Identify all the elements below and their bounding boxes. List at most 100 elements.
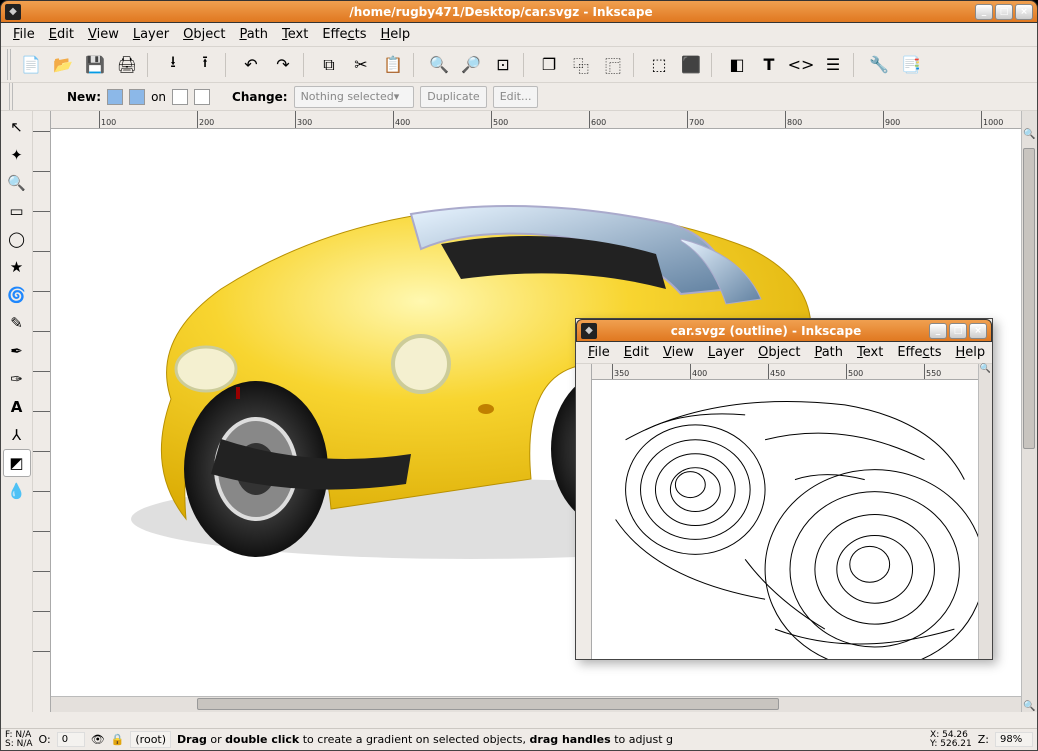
ruler-horizontal[interactable]: 1002003004005006007008009001000 xyxy=(51,111,1021,129)
minimize-button[interactable]: _ xyxy=(975,4,993,20)
copy-button[interactable]: ⧉ xyxy=(315,51,343,79)
menu-object[interactable]: Object xyxy=(177,25,231,44)
fill-stroke-button[interactable]: ◧ xyxy=(723,51,751,79)
rect-tool[interactable]: ▭ xyxy=(3,197,31,225)
redo-button[interactable]: ↷ xyxy=(269,51,297,79)
duplicate-button[interactable]: ❐ xyxy=(535,51,563,79)
toolbar-grip[interactable] xyxy=(7,49,13,80)
align-button[interactable]: ☰ xyxy=(819,51,847,79)
gradient-selector-dropdown[interactable]: Nothing selected ▾ xyxy=(294,86,415,108)
import-button[interactable]: ⭳ xyxy=(159,51,187,79)
zoom-in-icon[interactable]: 🔍 xyxy=(979,364,992,374)
main-toolbar: 📄 📂 💾 🖨 ⭳ ⭱ ↶ ↷ ⧉ ✂ 📋 🔍 🔎 ⊡ ❐ ⿻ ⿸ ⬚ ⬛ ◧ … xyxy=(1,47,1037,83)
menu-file[interactable]: File xyxy=(582,343,616,362)
ruler-vertical[interactable] xyxy=(33,111,51,712)
clone-button[interactable]: ⿻ xyxy=(567,51,595,79)
scrollbar-horizontal[interactable] xyxy=(51,696,1021,712)
fill-stroke-indicator[interactable]: F: N/A S: N/A xyxy=(5,731,33,749)
opacity-input[interactable] xyxy=(57,732,85,747)
edit-gradient-button[interactable]: Edit... xyxy=(493,86,539,108)
menu-edit[interactable]: Edit xyxy=(618,343,655,362)
main-window-titlebar[interactable]: ◆ /home/rugby471/Desktop/car.svgz - Inks… xyxy=(0,0,1038,23)
stroke-target-icon[interactable] xyxy=(194,89,210,105)
dropper-tool[interactable]: 💧 xyxy=(3,477,31,505)
print-button[interactable]: 🖨 xyxy=(113,51,141,79)
open-file-button[interactable]: 📂 xyxy=(49,51,77,79)
zoom-input[interactable] xyxy=(995,732,1033,747)
separator xyxy=(711,53,717,77)
menu-object[interactable]: Object xyxy=(752,343,806,362)
main-menubar: File Edit View Layer Object Path Text Ef… xyxy=(1,23,1037,47)
menu-text[interactable]: Text xyxy=(851,343,889,362)
outline-menubar: File Edit View Layer Object Path Text Ef… xyxy=(576,342,992,364)
outline-ruler-vertical[interactable] xyxy=(576,364,592,659)
docprops-button[interactable]: 📑 xyxy=(897,51,925,79)
outline-ruler-horizontal[interactable]: 350400450500550 xyxy=(592,364,978,380)
minimize-button[interactable]: _ xyxy=(929,323,947,339)
preferences-button[interactable]: 🔧 xyxy=(865,51,893,79)
duplicate-gradient-button[interactable]: Duplicate xyxy=(420,86,486,108)
text-tool[interactable]: A xyxy=(3,393,31,421)
outline-drawing xyxy=(592,380,978,659)
zoom-tool[interactable]: 🔍 xyxy=(3,169,31,197)
menu-view[interactable]: View xyxy=(82,25,125,44)
connector-tool[interactable]: ⅄ xyxy=(3,421,31,449)
outline-window[interactable]: ◆ car.svgz (outline) - Inkscape _ □ × Fi… xyxy=(575,318,993,660)
unlink-button[interactable]: ⿸ xyxy=(599,51,627,79)
menu-path[interactable]: Path xyxy=(808,343,849,362)
new-file-button[interactable]: 📄 xyxy=(17,51,45,79)
menu-file[interactable]: File xyxy=(7,25,41,44)
menu-path[interactable]: Path xyxy=(233,25,274,44)
gradient-linear-icon[interactable] xyxy=(107,89,123,105)
text-dialog-button[interactable]: T xyxy=(755,51,783,79)
cut-button[interactable]: ✂ xyxy=(347,51,375,79)
zoom-out-icon[interactable]: 🔍 xyxy=(1022,701,1037,712)
separator xyxy=(147,53,153,77)
star-tool[interactable]: ★ xyxy=(3,253,31,281)
fill-target-icon[interactable] xyxy=(172,89,188,105)
outline-scrollbar-vertical[interactable]: 🔍 xyxy=(978,364,992,659)
paste-button[interactable]: 📋 xyxy=(379,51,407,79)
scrollbar-vertical[interactable]: 🔍 🔍 xyxy=(1021,111,1037,712)
menu-view[interactable]: View xyxy=(657,343,700,362)
gradient-tool[interactable]: ◩ xyxy=(3,449,31,477)
ellipse-tool[interactable]: ◯ xyxy=(3,225,31,253)
xml-button[interactable]: <> xyxy=(787,51,815,79)
maximize-button[interactable]: □ xyxy=(995,4,1013,20)
zoom-in-icon[interactable]: 🔍 xyxy=(1022,129,1037,140)
node-tool[interactable]: ✦ xyxy=(3,141,31,169)
undo-button[interactable]: ↶ xyxy=(237,51,265,79)
ungroup-button[interactable]: ⬛ xyxy=(677,51,705,79)
bezier-tool[interactable]: ✒ xyxy=(3,337,31,365)
layer-selector[interactable]: (root) xyxy=(130,731,171,748)
menu-layer[interactable]: Layer xyxy=(702,343,750,362)
separator xyxy=(523,53,529,77)
menu-text[interactable]: Text xyxy=(276,25,314,44)
menu-edit[interactable]: Edit xyxy=(43,25,80,44)
outline-window-titlebar[interactable]: ◆ car.svgz (outline) - Inkscape _ □ × xyxy=(576,319,992,342)
calligraphy-tool[interactable]: ✑ xyxy=(3,365,31,393)
spiral-tool[interactable]: 🌀 xyxy=(3,281,31,309)
menu-effects[interactable]: Effects xyxy=(316,25,372,44)
zoom-page-button[interactable]: ⊡ xyxy=(489,51,517,79)
zoom-drawing-button[interactable]: 🔎 xyxy=(457,51,485,79)
save-button[interactable]: 💾 xyxy=(81,51,109,79)
pencil-tool[interactable]: ✎ xyxy=(3,309,31,337)
menu-help[interactable]: Help xyxy=(375,25,417,44)
group-button[interactable]: ⬚ xyxy=(645,51,673,79)
layer-visibility-icon[interactable]: 👁 xyxy=(91,733,105,746)
menu-effects[interactable]: Effects xyxy=(891,343,947,362)
gradient-radial-icon[interactable] xyxy=(129,89,145,105)
close-button[interactable]: × xyxy=(1015,4,1033,20)
close-button[interactable]: × xyxy=(969,323,987,339)
outline-canvas[interactable] xyxy=(592,380,978,659)
export-button[interactable]: ⭱ xyxy=(191,51,219,79)
menu-layer[interactable]: Layer xyxy=(127,25,175,44)
layer-lock-icon[interactable]: 🔒 xyxy=(111,733,125,746)
menu-help[interactable]: Help xyxy=(950,343,992,362)
toolbar-grip[interactable] xyxy=(9,83,15,110)
zoom-selection-button[interactable]: 🔍 xyxy=(425,51,453,79)
opacity-label: O: xyxy=(39,733,51,746)
selector-tool[interactable]: ↖ xyxy=(3,113,31,141)
maximize-button[interactable]: □ xyxy=(949,323,967,339)
